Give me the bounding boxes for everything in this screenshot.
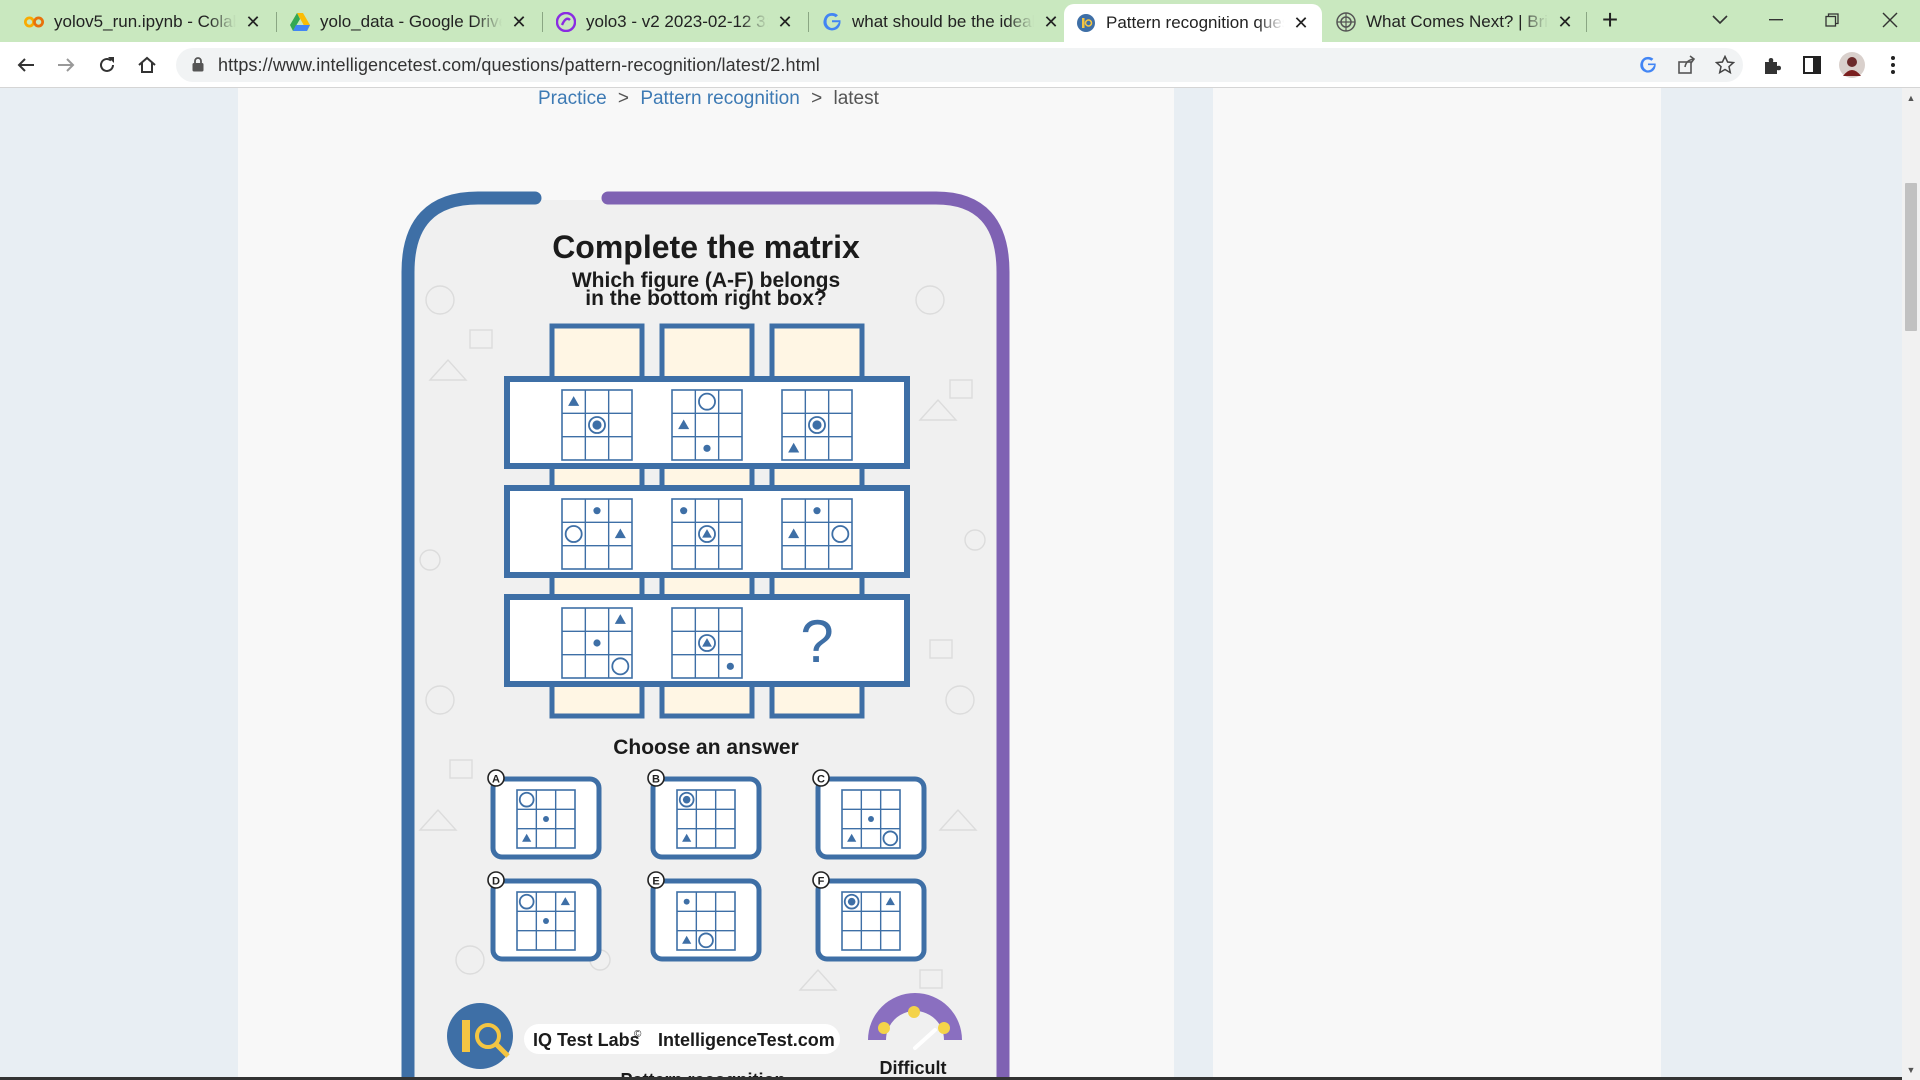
answer-option-b[interactable]: B xyxy=(647,769,762,860)
brilliant-icon xyxy=(1336,12,1356,32)
logo-bar xyxy=(462,1020,470,1052)
tab-strip: yolov5_run.ipynb - Colaboratory ✕ yolo_d… xyxy=(0,0,1920,42)
matrix-cell xyxy=(781,498,853,570)
browser-toolbar: https://www.intelligencetest.com/questio… xyxy=(0,42,1920,88)
tab-separator xyxy=(276,12,277,32)
answer-option-d[interactable]: D xyxy=(487,871,602,962)
roboflow-icon xyxy=(556,12,576,32)
answer-option-letter: B xyxy=(652,774,660,786)
tab-colab[interactable]: yolov5_run.ipynb - Colaboratory ✕ xyxy=(12,4,274,40)
answer-option-letter: D xyxy=(492,876,500,888)
matrix-cell xyxy=(561,389,633,461)
answer-option-c[interactable]: C xyxy=(812,769,927,860)
answer-option-letter: A xyxy=(492,774,500,786)
back-button[interactable] xyxy=(10,49,42,81)
choose-answer-label: Choose an answer xyxy=(613,736,799,759)
tab-label: yolov5_run.ipynb - Colaboratory xyxy=(54,12,236,31)
tab-search-button[interactable] xyxy=(1692,0,1748,40)
lock-icon[interactable] xyxy=(192,57,204,77)
home-button[interactable] xyxy=(131,49,163,81)
tab-roboflow[interactable]: yolo3 - v2 2023-02-12 3:35pm ✕ xyxy=(544,4,806,40)
brand-site: IntelligenceTest.com xyxy=(658,1030,835,1050)
google-icon xyxy=(822,12,842,32)
answer-option-grid xyxy=(841,891,901,951)
scroll-down-arrow-icon[interactable]: ▼ xyxy=(1902,1062,1920,1078)
puzzle-title: Complete the matrix xyxy=(552,229,860,265)
forward-button[interactable] xyxy=(50,49,82,81)
close-window-button[interactable] xyxy=(1862,0,1918,40)
avatar[interactable] xyxy=(1836,49,1868,81)
minimize-button[interactable] xyxy=(1748,0,1804,40)
bookmark-star-icon[interactable] xyxy=(1714,54,1736,80)
answer-option-letter: F xyxy=(818,876,825,888)
easy-face-icon xyxy=(878,1022,890,1034)
extensions-icon[interactable] xyxy=(1756,49,1788,81)
close-icon[interactable]: ✕ xyxy=(242,11,264,33)
tab-pattern-recognition[interactable]: Pattern recognition questions ✕ xyxy=(1064,4,1322,42)
answer-option-letter: E xyxy=(652,876,659,888)
missing-cell-question-mark: ? xyxy=(800,608,833,675)
answer-option-e[interactable]: E xyxy=(647,871,762,962)
tab-label: what should be the ideal value xyxy=(852,12,1034,31)
tab-label: yolo3 - v2 2023-02-12 3:35pm xyxy=(586,12,768,31)
google-drive-icon xyxy=(290,12,310,32)
kebab-menu-icon[interactable] xyxy=(1877,49,1909,81)
side-panel-icon[interactable] xyxy=(1796,49,1828,81)
tab-separator xyxy=(808,12,809,32)
answer-option-a[interactable]: A xyxy=(487,769,602,860)
answer-option-letter: C xyxy=(817,774,825,786)
vertical-scrollbar[interactable]: ▲ ▼ xyxy=(1902,88,1920,1080)
close-icon[interactable]: ✕ xyxy=(1290,12,1312,34)
url-text: https://www.intelligencetest.com/questio… xyxy=(218,54,820,75)
scrollbar-thumb[interactable] xyxy=(1905,183,1917,331)
puzzle-subtitle-line2: in the bottom right box? xyxy=(585,287,826,310)
share-icon[interactable] xyxy=(1677,55,1697,80)
tab-separator xyxy=(542,12,543,32)
restore-button[interactable] xyxy=(1804,0,1860,40)
iq-test-labs-logo-icon xyxy=(447,1003,513,1069)
tab-label: yolo_data - Google Drive xyxy=(320,12,502,31)
close-icon[interactable]: ✕ xyxy=(1554,11,1576,33)
page-viewport: Practice > Pattern recognition > latest … xyxy=(0,88,1902,1080)
matrix-cell xyxy=(671,498,743,570)
answer-option-grid xyxy=(676,891,736,951)
tab-label: What Comes Next? | Brilliant xyxy=(1366,12,1548,31)
answer-option-f[interactable]: F xyxy=(812,871,927,962)
answer-option-grid xyxy=(516,789,576,849)
difficulty-label: Difficult xyxy=(880,1058,947,1078)
matrix-cell xyxy=(781,389,853,461)
close-icon[interactable]: ✕ xyxy=(1040,11,1062,33)
address-bar[interactable]: https://www.intelligencetest.com/questio… xyxy=(176,48,1743,82)
close-icon[interactable]: ✕ xyxy=(774,11,796,33)
answer-option-grid xyxy=(516,891,576,951)
matrix-cell xyxy=(671,607,743,679)
tab-drive[interactable]: yolo_data - Google Drive ✕ xyxy=(278,4,540,40)
medium-face-icon xyxy=(908,1006,920,1018)
intelligencetest-icon xyxy=(1076,13,1096,33)
matrix-cell xyxy=(561,607,633,679)
tab-google-search[interactable]: what should be the ideal value ✕ xyxy=(810,4,1072,40)
close-icon[interactable]: ✕ xyxy=(508,11,530,33)
google-translate-icon[interactable] xyxy=(1639,56,1657,79)
reload-button[interactable] xyxy=(91,49,123,81)
tab-label: Pattern recognition questions xyxy=(1106,13,1284,32)
tab-brilliant[interactable]: What Comes Next? | Brilliant ✕ xyxy=(1324,4,1586,40)
matrix-cell xyxy=(671,389,743,461)
puzzle-image: Complete the matrix Which figure (A-F) b… xyxy=(401,191,1010,1080)
answer-option-grid xyxy=(676,789,736,849)
hard-face-icon xyxy=(938,1022,950,1034)
scroll-up-arrow-icon[interactable]: ▲ xyxy=(1902,90,1920,106)
matrix-cell xyxy=(561,498,633,570)
new-tab-button[interactable]: + xyxy=(1584,0,1636,40)
answer-option-grid xyxy=(841,789,901,849)
brand-copyright: © xyxy=(634,1029,642,1040)
brand-name: IQ Test Labs xyxy=(533,1030,640,1050)
colab-icon xyxy=(24,12,44,32)
